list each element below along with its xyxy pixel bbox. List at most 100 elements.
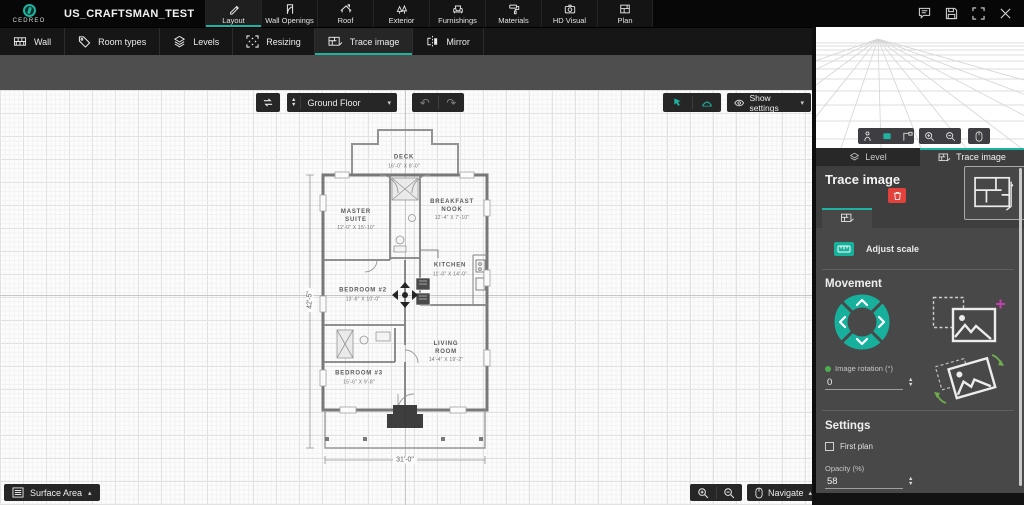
tab-layout[interactable]: Layout — [205, 0, 261, 27]
move-dpad[interactable] — [830, 290, 894, 354]
arc-wall-icon — [700, 97, 714, 108]
delete-trace-button[interactable] — [888, 188, 906, 203]
zoom-group — [690, 484, 742, 501]
room-label-bedroom-2: BEDROOM #2 13'-6" X 10'-0" — [326, 288, 400, 303]
first-plan-checkbox-row[interactable]: First plan — [825, 442, 873, 451]
trace-image-icon — [840, 212, 855, 224]
comment-icon[interactable] — [918, 7, 931, 20]
properties-panel: Level Trace image Trace image Adjust sca… — [816, 148, 1024, 493]
resize-icon — [246, 35, 259, 48]
floor-stepper[interactable]: ▲▼ — [291, 98, 296, 107]
divider — [822, 269, 1014, 270]
settings-section-title: Settings — [825, 420, 870, 432]
floor-plan-icon — [902, 131, 913, 142]
preview-3d-view[interactable] — [816, 27, 1024, 148]
roof-icon — [340, 3, 352, 15]
chevron-up-icon: ▴ — [88, 489, 92, 497]
window-controls — [918, 0, 1012, 27]
divider — [822, 410, 1014, 411]
floor-plan-view-button[interactable] — [897, 128, 918, 144]
close-icon[interactable] — [999, 7, 1012, 20]
tool-wall[interactable]: Wall — [0, 28, 65, 55]
move-image-icon[interactable] — [932, 296, 1006, 346]
rotation-input[interactable] — [825, 376, 903, 390]
sofa-icon — [452, 3, 464, 15]
chevron-down-icon: ▾ — [387, 99, 391, 107]
trace-settings-content: Adjust scale Movement — [816, 228, 1024, 493]
arc-wall-button[interactable] — [693, 93, 722, 112]
panel-title: Trace image — [825, 172, 900, 187]
trace-image-subtab[interactable] — [822, 208, 872, 228]
room-label-living-room: LIVING ROOM 14'-4" X 19'-2" — [424, 341, 468, 363]
trash-icon — [893, 191, 902, 201]
view-mode-group — [858, 128, 914, 144]
tab-roof[interactable]: Roof — [317, 0, 373, 27]
surface-area-button[interactable]: Surface Area ▴ — [4, 484, 100, 501]
opacity-input[interactable] — [825, 475, 903, 489]
tab-wall-openings[interactable]: Wall Openings — [261, 0, 317, 27]
sync-floors-button[interactable] — [256, 93, 280, 112]
mouse-icon — [975, 131, 983, 142]
layout-toolbar: Wall Room types Levels Resizing Trace im… — [0, 27, 812, 55]
walkthrough-button[interactable] — [858, 128, 877, 144]
cedreo-logo-icon — [23, 4, 36, 17]
tab-plan[interactable]: Plan — [597, 0, 653, 27]
panel-tab-level[interactable]: Level — [816, 148, 920, 166]
save-icon[interactable] — [945, 7, 958, 20]
undo-button[interactable]: ↶ — [412, 93, 438, 112]
rotate-image-icon[interactable] — [930, 350, 1008, 408]
panel-tab-trace-image[interactable]: Trace image — [920, 148, 1024, 166]
panel-scrollbar[interactable] — [1019, 168, 1022, 486]
tab-furnishings[interactable]: Furnishings — [429, 0, 485, 27]
checkbox-icon[interactable] — [825, 442, 834, 451]
zoom-out-button[interactable] — [717, 487, 743, 499]
trace-doc-icon — [973, 174, 1017, 212]
navigate-button[interactable]: Navigate ▴ — [747, 484, 820, 501]
toolbar-spacer-band — [0, 55, 812, 90]
draw-mode-group — [663, 93, 721, 112]
tool-levels[interactable]: Levels — [160, 28, 233, 55]
room-label-breakfast-nook: BREAKFAST NOOK 12'-4" X 7'-10" — [424, 199, 480, 221]
tab-exterior[interactable]: Exterior — [373, 0, 429, 27]
floor-selector[interactable]: ▲▼ Ground Floor ▾ — [287, 93, 397, 112]
tool-room-types[interactable]: Room types — [65, 28, 160, 55]
snap-tool-button[interactable] — [663, 93, 692, 112]
zoom-out-icon — [945, 131, 956, 142]
tab-materials[interactable]: Materials — [485, 0, 541, 27]
person-icon — [863, 131, 872, 142]
tag-icon — [78, 35, 91, 48]
trace-image-thumbnail[interactable] — [964, 166, 1024, 220]
cedreo-app-window: CEDREO US_CRAFTSMAN_TEST Layout Wall Ope… — [0, 0, 1024, 505]
rotation-stepper[interactable]: ▲▼ — [908, 378, 913, 387]
zoom-in-button[interactable] — [690, 487, 716, 499]
tool-trace-image[interactable]: Trace image — [315, 28, 414, 55]
tab-hd-visual[interactable]: HD Visual — [541, 0, 597, 27]
undo-redo-group: ↶ ↷ — [412, 93, 464, 112]
cedreo-logo[interactable]: CEDREO — [0, 0, 58, 27]
zoom-in-3d-button[interactable] — [919, 128, 940, 144]
redo-button[interactable]: ↷ — [439, 93, 465, 112]
ruler-icon — [834, 242, 854, 256]
opacity-stepper[interactable]: ▲▼ — [908, 477, 913, 486]
aerial-view-icon — [882, 131, 892, 141]
camera-icon — [564, 3, 576, 15]
opacity-label: Opacity (%) — [825, 464, 864, 473]
eye-icon — [734, 98, 744, 108]
dimension-width: 31'-0" — [393, 457, 417, 464]
adjust-scale-button[interactable]: Adjust scale — [834, 242, 919, 256]
layers-icon — [849, 152, 860, 163]
trees-icon — [396, 3, 408, 15]
navigate-3d-button[interactable] — [968, 128, 990, 144]
show-settings-button[interactable]: Show settings ▾ — [727, 93, 811, 112]
aerial-view-button[interactable] — [877, 128, 897, 144]
pencil-icon — [228, 3, 240, 15]
fullscreen-icon[interactable] — [972, 7, 985, 20]
tool-resizing[interactable]: Resizing — [233, 28, 315, 55]
tool-mirror[interactable]: Mirror — [413, 28, 484, 55]
zoom-out-3d-button[interactable] — [940, 128, 961, 144]
layers-icon — [173, 35, 186, 48]
mouse-icon — [755, 487, 763, 499]
panel-bottom-strip — [812, 493, 1024, 505]
sync-icon — [262, 97, 274, 108]
floor-plan-canvas[interactable]: DECK 16'-0" X 8'-0" MASTER SUITE 12'-0" … — [0, 90, 812, 505]
